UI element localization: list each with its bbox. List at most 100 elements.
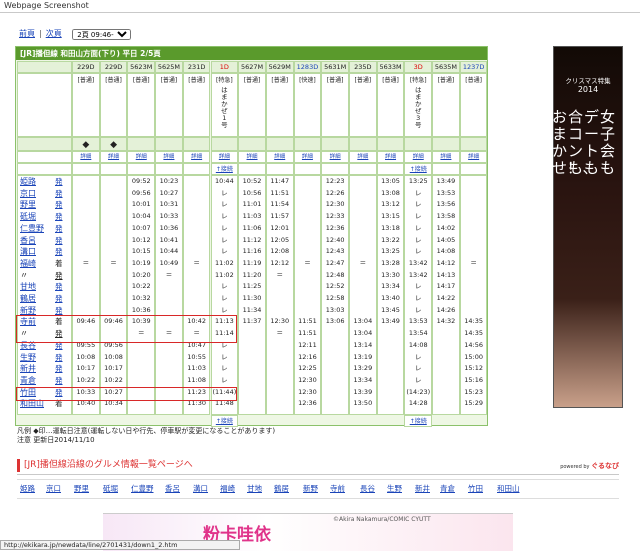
- train-info-link[interactable]: 詳細: [265, 151, 294, 163]
- connect-link: [99, 163, 128, 175]
- time-cell: 13:42: [408, 270, 428, 279]
- station-name[interactable]: 甘地: [20, 282, 36, 291]
- time-cell: 10:33: [159, 212, 179, 221]
- station-name[interactable]: 鶴居: [20, 294, 36, 303]
- station-name[interactable]: 青倉: [20, 376, 36, 385]
- station-link[interactable]: 和田山: [497, 483, 520, 494]
- train-name-cell: [普通]: [349, 73, 377, 137]
- station-link[interactable]: 寺前: [330, 483, 345, 494]
- time-cell: 11:30: [242, 294, 262, 302]
- train-info-link[interactable]: 詳細: [432, 151, 460, 163]
- timetable-title-bar: [JR]播但線 和田山方面(下り) 平日 2/5頁: [16, 47, 487, 60]
- train-info-link[interactable]: 詳細: [155, 151, 183, 163]
- highlight-box-takeda: [16, 386, 237, 402]
- ad-vertical-text-4: おまかせ！: [552, 108, 583, 177]
- notice-cell: [127, 137, 156, 151]
- time-cell: 11:06: [242, 223, 262, 232]
- train-type: [普通]: [271, 77, 289, 84]
- label-train-name: [17, 73, 72, 137]
- station-link[interactable]: 京口: [46, 483, 61, 494]
- train-name: はまかぜ1号: [221, 86, 228, 129]
- label-info-row: [17, 151, 72, 163]
- time-cell: 10:27: [159, 188, 179, 197]
- train-info-link[interactable]: 詳細: [182, 151, 211, 163]
- station-name[interactable]: 溝口: [20, 247, 36, 256]
- station-link[interactable]: 香呂: [165, 483, 180, 494]
- station-name[interactable]: 砥堀: [20, 212, 36, 221]
- station-name[interactable]: 京口: [20, 189, 36, 198]
- side-advertisement[interactable]: クリスマス特集 2014 女子会も デートも 合コンも、 おまかせ！: [552, 46, 623, 408]
- connect-link-bottom[interactable]: ↑接続: [404, 415, 433, 427]
- page-select[interactable]: 2頁 09:46-: [72, 29, 132, 40]
- connect-link[interactable]: ↑接続: [404, 163, 433, 175]
- train-info-link[interactable]: 詳細: [376, 151, 405, 163]
- station-name[interactable]: 仁豊野: [20, 224, 44, 233]
- station-link[interactable]: 甘地: [247, 483, 262, 494]
- connect-link: [432, 163, 460, 175]
- time-cell: 12:30: [270, 317, 290, 326]
- station-name[interactable]: 姫路: [20, 177, 36, 186]
- train-info-link[interactable]: 詳細: [127, 151, 156, 163]
- train-info-link[interactable]: 詳細: [99, 151, 128, 163]
- time-cell: 11:03: [242, 212, 262, 221]
- station-name[interactable]: 生野: [20, 353, 36, 362]
- station-link[interactable]: 福崎: [220, 483, 235, 494]
- time-cell: 13:25: [408, 177, 428, 185]
- train-info-link[interactable]: 詳細: [321, 151, 349, 163]
- notice-cell: [404, 137, 433, 151]
- train-info-link[interactable]: 詳細: [459, 151, 488, 163]
- prev-page-link[interactable]: 前頁: [19, 29, 35, 38]
- station-link[interactable]: 新野: [303, 483, 318, 494]
- arr-dep-marker: 発: [55, 375, 63, 385]
- connect-link-bottom[interactable]: ↑接続: [210, 415, 239, 427]
- timetable-title: [JR]播但線 和田山方面(下り) 平日 2/5頁: [20, 49, 161, 58]
- station-link[interactable]: 溝口: [193, 483, 208, 494]
- time-cell: レ: [221, 200, 228, 209]
- station-link[interactable]: 砥堀: [103, 483, 118, 494]
- station-link[interactable]: 青倉: [440, 483, 455, 494]
- station-link[interactable]: 野里: [74, 483, 89, 494]
- station-link[interactable]: 長谷: [360, 483, 375, 494]
- train-info-link[interactable]: 詳細: [349, 151, 377, 163]
- train-number: 3D: [404, 61, 433, 73]
- time-cell: ＝: [110, 258, 117, 267]
- station-link[interactable]: 竹田: [468, 483, 483, 494]
- station-name[interactable]: 福崎: [20, 259, 36, 268]
- connect-link[interactable]: ↑接続: [210, 163, 239, 175]
- train-name: はまかぜ3号: [414, 86, 422, 129]
- station-link[interactable]: 仁豊野: [131, 483, 154, 494]
- train-type: [普通]: [188, 77, 205, 84]
- gourmet-link[interactable]: [JR]播但線沿線のグルメ情報一覧ページへ: [24, 459, 193, 472]
- train-number: 5629M: [265, 61, 294, 73]
- station-link[interactable]: 生野: [387, 483, 402, 494]
- train-info-link[interactable]: 詳細: [404, 151, 433, 163]
- notice-cell: [155, 137, 183, 151]
- notice-cell: [321, 137, 349, 151]
- train-info-link[interactable]: 詳細: [238, 151, 266, 163]
- station-link[interactable]: 新井: [415, 483, 430, 494]
- train-type: [特急]: [216, 77, 233, 84]
- time-cell: 09:52: [131, 177, 151, 185]
- time-cell: 10:41: [159, 235, 179, 244]
- time-cell: 13:04: [353, 317, 373, 326]
- legend-line-1: 凡例 ◆印…運転日注意(運転しない日や行先、停車駅が変更になることがあります): [17, 427, 276, 435]
- train-info-link[interactable]: 詳細: [72, 151, 100, 163]
- next-page-link[interactable]: 次頁: [46, 29, 62, 38]
- notice-cell: ◆: [99, 137, 128, 151]
- station-link[interactable]: 鶴居: [274, 483, 289, 494]
- train-info-link[interactable]: 詳細: [293, 151, 322, 163]
- train-info-link[interactable]: 詳細: [210, 151, 239, 163]
- time-cell: 11:51: [270, 188, 290, 197]
- time-cell: 14:56: [464, 340, 483, 349]
- station-name[interactable]: 新井: [20, 364, 36, 373]
- station-link[interactable]: 姫路: [20, 483, 35, 494]
- time-cell: 13:42: [408, 258, 428, 267]
- station-name[interactable]: 香呂: [20, 236, 36, 245]
- time-cell: レ: [414, 247, 422, 256]
- station-name: 〃: [20, 270, 28, 280]
- time-cell: 12:08: [270, 247, 290, 256]
- train-name-cell: [快速]: [293, 73, 322, 137]
- station-name[interactable]: 野里: [20, 200, 36, 209]
- station-name[interactable]: 新野: [20, 306, 36, 315]
- time-cell: 11:12: [242, 235, 262, 244]
